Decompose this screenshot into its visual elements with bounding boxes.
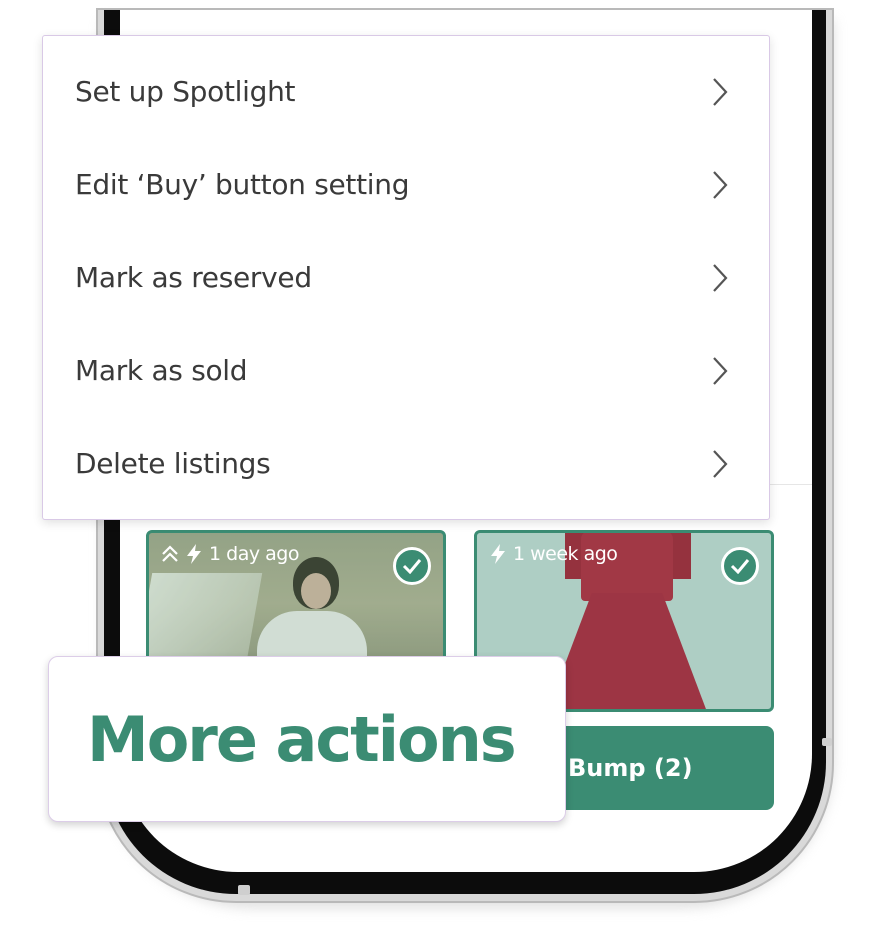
chevron-right-icon <box>711 77 729 107</box>
listing-meta: 1 day ago <box>161 543 299 565</box>
phone-bottom-notch <box>238 885 250 895</box>
chevron-right-icon <box>711 356 729 386</box>
double-chevron-up-icon <box>161 544 179 564</box>
menu-item-mark-as-sold[interactable]: Mark as sold <box>43 324 769 417</box>
chevron-right-icon <box>711 170 729 200</box>
menu-item-label: Mark as sold <box>75 354 248 387</box>
menu-item-set-up-spotlight[interactable]: Set up Spotlight <box>43 45 769 138</box>
callout-title: More actions <box>87 702 517 776</box>
check-icon[interactable] <box>393 547 431 585</box>
listing-time: 1 week ago <box>513 543 618 565</box>
menu-item-label: Set up Spotlight <box>75 75 296 108</box>
stage: 1 day ago 1 week ago Bump (2) Set up Spo… <box>0 0 886 934</box>
menu-item-label: Delete listings <box>75 447 271 480</box>
more-actions-menu: Set up Spotlight Edit ‘Buy’ button setti… <box>42 35 770 520</box>
more-actions-callout: More actions <box>48 656 566 822</box>
check-icon[interactable] <box>721 547 759 585</box>
chevron-right-icon <box>711 263 729 293</box>
lightning-icon <box>489 543 507 565</box>
chevron-right-icon <box>711 449 729 479</box>
menu-item-mark-as-reserved[interactable]: Mark as reserved <box>43 231 769 324</box>
listing-meta: 1 week ago <box>489 543 618 565</box>
menu-item-edit-buy-button-setting[interactable]: Edit ‘Buy’ button setting <box>43 138 769 231</box>
listing-time: 1 day ago <box>209 543 299 565</box>
lightning-icon <box>185 543 203 565</box>
menu-item-label: Edit ‘Buy’ button setting <box>75 168 410 201</box>
menu-item-delete-listings[interactable]: Delete listings <box>43 417 769 510</box>
menu-item-label: Mark as reserved <box>75 261 312 294</box>
phone-side-button <box>822 738 832 746</box>
